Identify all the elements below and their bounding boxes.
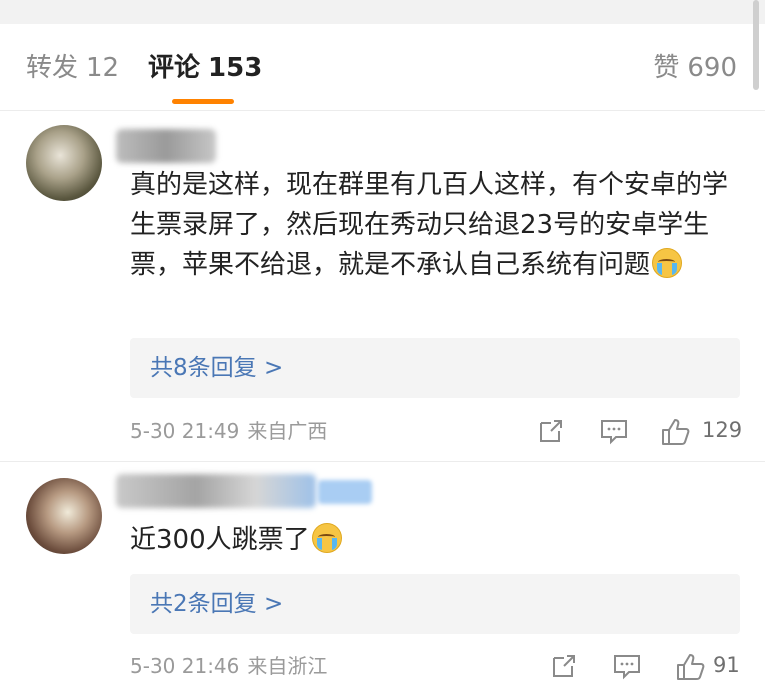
tab-reposts-label: 转发 [26, 53, 79, 83]
tab-comments-count: 153 [208, 53, 263, 83]
username-blurred[interactable] [116, 129, 216, 163]
replies-box[interactable]: 共2条回复 > [130, 574, 740, 634]
avatar[interactable] [26, 125, 102, 201]
comment-item: 近300人跳票了 共2条回复 > 5-30 21:46 来自浙江 91 [0, 462, 765, 691]
tab-likes-count: 690 [687, 53, 737, 83]
replies-box[interactable]: 共8条回复 > [130, 338, 740, 398]
tab-reposts[interactable]: 转发 12 [26, 50, 119, 86]
active-tab-indicator [172, 99, 234, 104]
view-replies-link[interactable]: 共2条回复 > [150, 586, 283, 622]
username-blurred[interactable] [116, 474, 316, 508]
comment-body: 近300人跳票了 [130, 525, 310, 555]
comment-meta: 5-30 21:46 来自浙江 [130, 651, 327, 681]
thumbs-up-icon[interactable] [675, 652, 707, 686]
avatar[interactable] [26, 478, 102, 554]
reply-icon[interactable] [612, 652, 642, 684]
tab-likes[interactable]: 赞 690 [653, 50, 737, 86]
like-count: 91 [713, 653, 740, 677]
comment-text: 近300人跳票了 [130, 520, 740, 560]
tab-bar: 转发 12 评论 153 赞 690 [0, 24, 765, 111]
tab-reposts-count: 12 [86, 53, 120, 83]
tab-comments[interactable]: 评论 153 [148, 50, 262, 86]
user-badge-blurred [318, 480, 372, 504]
top-bar [0, 0, 765, 24]
thumbs-up-icon[interactable] [660, 417, 692, 451]
comment-text: 真的是这样，现在群里有几百人这样，有个安卓的学生票录屏了，然后现在秀动只给退23… [130, 165, 740, 285]
cry-icon [311, 523, 342, 553]
like-count: 129 [702, 418, 743, 442]
share-icon[interactable] [550, 652, 578, 684]
comment-body: 真的是这样，现在群里有几百人这样，有个安卓的学生票录屏了，然后现在秀动只给退23… [130, 170, 729, 280]
comment-time: 5-30 21:46 [130, 654, 240, 678]
view-replies-link[interactable]: 共8条回复 > [150, 350, 283, 386]
tab-comments-label: 评论 [148, 53, 201, 83]
comment-item: 真的是这样，现在群里有几百人这样，有个安卓的学生票录屏了，然后现在秀动只给退23… [0, 111, 765, 462]
comment-meta: 5-30 21:49 来自广西 [130, 416, 327, 446]
share-icon[interactable] [537, 417, 565, 449]
comment-location: 来自浙江 [247, 654, 328, 678]
cry-icon [652, 248, 683, 278]
tab-likes-label: 赞 [653, 53, 680, 83]
comment-time: 5-30 21:49 [130, 419, 240, 443]
reply-icon[interactable] [599, 417, 629, 449]
comment-location: 来自广西 [247, 419, 328, 443]
